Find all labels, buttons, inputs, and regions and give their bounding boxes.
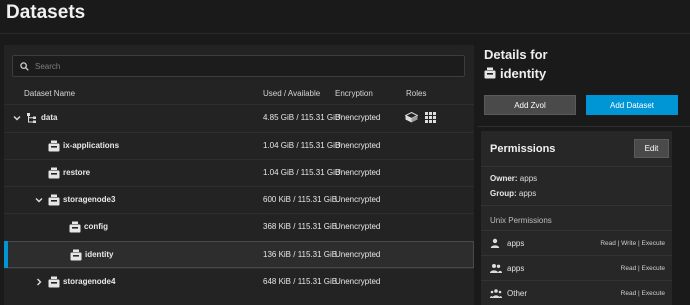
owner-value: apps xyxy=(519,174,538,183)
dataset-icon xyxy=(48,194,60,206)
dataset-name: data xyxy=(41,113,58,122)
permissions-card: Permissions Edit Owner: apps Group: apps… xyxy=(481,131,672,305)
user-icon xyxy=(490,238,500,248)
dataset-name: config xyxy=(84,222,108,231)
dataset-name: storagenode3 xyxy=(63,195,116,204)
dataset-encryption: Unencrypted xyxy=(335,141,381,150)
dataset-used: 600 KiB / 115.31 GiB xyxy=(263,195,338,204)
dataset-encryption: Unencrypted xyxy=(335,277,381,286)
dataset-tree-panel: Dataset Name Used / Available Encryption… xyxy=(4,45,474,305)
group-value: apps xyxy=(518,189,537,198)
permission-row-other: Other Read | Execute xyxy=(481,280,672,305)
permission-row-group: apps Read | Execute xyxy=(481,255,672,280)
dataset-encryption: Unencrypted xyxy=(335,195,381,204)
column-header-used[interactable]: Used / Available xyxy=(263,89,320,98)
unix-permissions-label: Unix Permissions xyxy=(490,216,552,225)
dataset-icon xyxy=(48,140,60,152)
chevron-down-icon[interactable] xyxy=(34,195,44,205)
share-role-icon xyxy=(405,112,418,123)
details-dataset-name: identity xyxy=(500,66,547,81)
dataset-encryption: Unencrypted xyxy=(335,113,381,122)
chevron-down-icon[interactable] xyxy=(12,113,22,123)
dataset-used: 4.85 GiB / 115.31 GiB xyxy=(263,113,341,122)
owner-label: Owner: xyxy=(490,174,518,183)
dataset-name: ix-applications xyxy=(63,141,120,150)
permission-value: Read | Execute xyxy=(620,265,665,272)
table-row-ix-applications[interactable]: ix-applications 1.04 GiB / 115.31 GiB Un… xyxy=(4,132,474,159)
others-icon xyxy=(490,289,502,298)
dataset-used: 368 KiB / 115.31 GiB xyxy=(263,222,338,231)
dataset-used: 648 KiB / 115.31 GiB xyxy=(263,277,338,286)
selection-indicator xyxy=(4,241,8,268)
details-heading: Details for xyxy=(484,47,548,62)
dataset-encryption: Unencrypted xyxy=(335,250,381,259)
permission-subject: Other xyxy=(507,289,528,298)
dataset-used: 1.04 GiB / 115.31 GiB xyxy=(263,141,341,150)
dataset-used: 1.04 GiB / 115.31 GiB xyxy=(263,168,341,177)
add-zvol-button[interactable]: Add Zvol xyxy=(484,95,576,115)
title-divider xyxy=(0,33,690,34)
permission-value: Read | Write | Execute xyxy=(600,240,665,247)
apps-role-icon xyxy=(425,112,436,123)
search-input[interactable] xyxy=(35,61,435,71)
dataset-icon xyxy=(484,67,496,79)
dataset-icon xyxy=(48,167,60,179)
dataset-name: restore xyxy=(63,168,91,177)
dataset-encryption: Unencrypted xyxy=(335,168,381,177)
chevron-right-icon[interactable] xyxy=(34,277,44,287)
dataset-encryption: Unencrypted xyxy=(335,222,381,231)
page-title: Datasets xyxy=(6,2,86,23)
dataset-name: storagenode4 xyxy=(63,277,116,286)
dataset-used: 136 KiB / 115.31 GiB xyxy=(263,250,338,259)
permission-subject: apps xyxy=(507,239,525,248)
dataset-icon xyxy=(48,276,60,288)
owner-row: Owner: apps xyxy=(490,174,537,183)
dataset-icon xyxy=(70,249,82,261)
permission-subject: apps xyxy=(507,264,525,273)
permission-value: Read | Execute xyxy=(620,290,665,297)
search-box[interactable] xyxy=(12,55,465,77)
column-header-name[interactable]: Dataset Name xyxy=(24,89,75,98)
divider xyxy=(481,205,672,206)
table-row-storagenode3[interactable]: storagenode3 600 KiB / 115.31 GiB Unencr… xyxy=(4,186,474,213)
table-row-data[interactable]: data 4.85 GiB / 115.31 GiB Unencrypted xyxy=(4,104,474,131)
column-header-roles[interactable]: Roles xyxy=(406,89,426,98)
details-divider xyxy=(478,126,690,127)
table-row-restore[interactable]: restore 1.04 GiB / 115.31 GiB Unencrypte… xyxy=(4,159,474,186)
add-dataset-button[interactable]: Add Dataset xyxy=(586,95,678,115)
column-header-encryption[interactable]: Encryption xyxy=(335,89,373,98)
table-row-storagenode4[interactable]: storagenode4 648 KiB / 115.31 GiB Unencr… xyxy=(4,268,474,295)
pool-icon xyxy=(27,113,36,123)
group-label: Group: xyxy=(490,189,517,198)
edit-permissions-button[interactable]: Edit xyxy=(634,139,669,158)
permission-row-user: apps Read | Write | Execute xyxy=(481,230,672,255)
divider xyxy=(481,166,672,167)
dataset-icon xyxy=(69,221,81,233)
permissions-title: Permissions xyxy=(490,143,556,155)
table-row-identity[interactable]: identity 136 KiB / 115.31 GiB Unencrypte… xyxy=(4,241,474,268)
dataset-name: identity xyxy=(85,250,114,259)
search-icon xyxy=(20,61,29,71)
group-row: Group: apps xyxy=(490,189,536,198)
table-row-config[interactable]: config 368 KiB / 115.31 GiB Unencrypted xyxy=(4,213,474,240)
group-icon xyxy=(490,264,502,273)
